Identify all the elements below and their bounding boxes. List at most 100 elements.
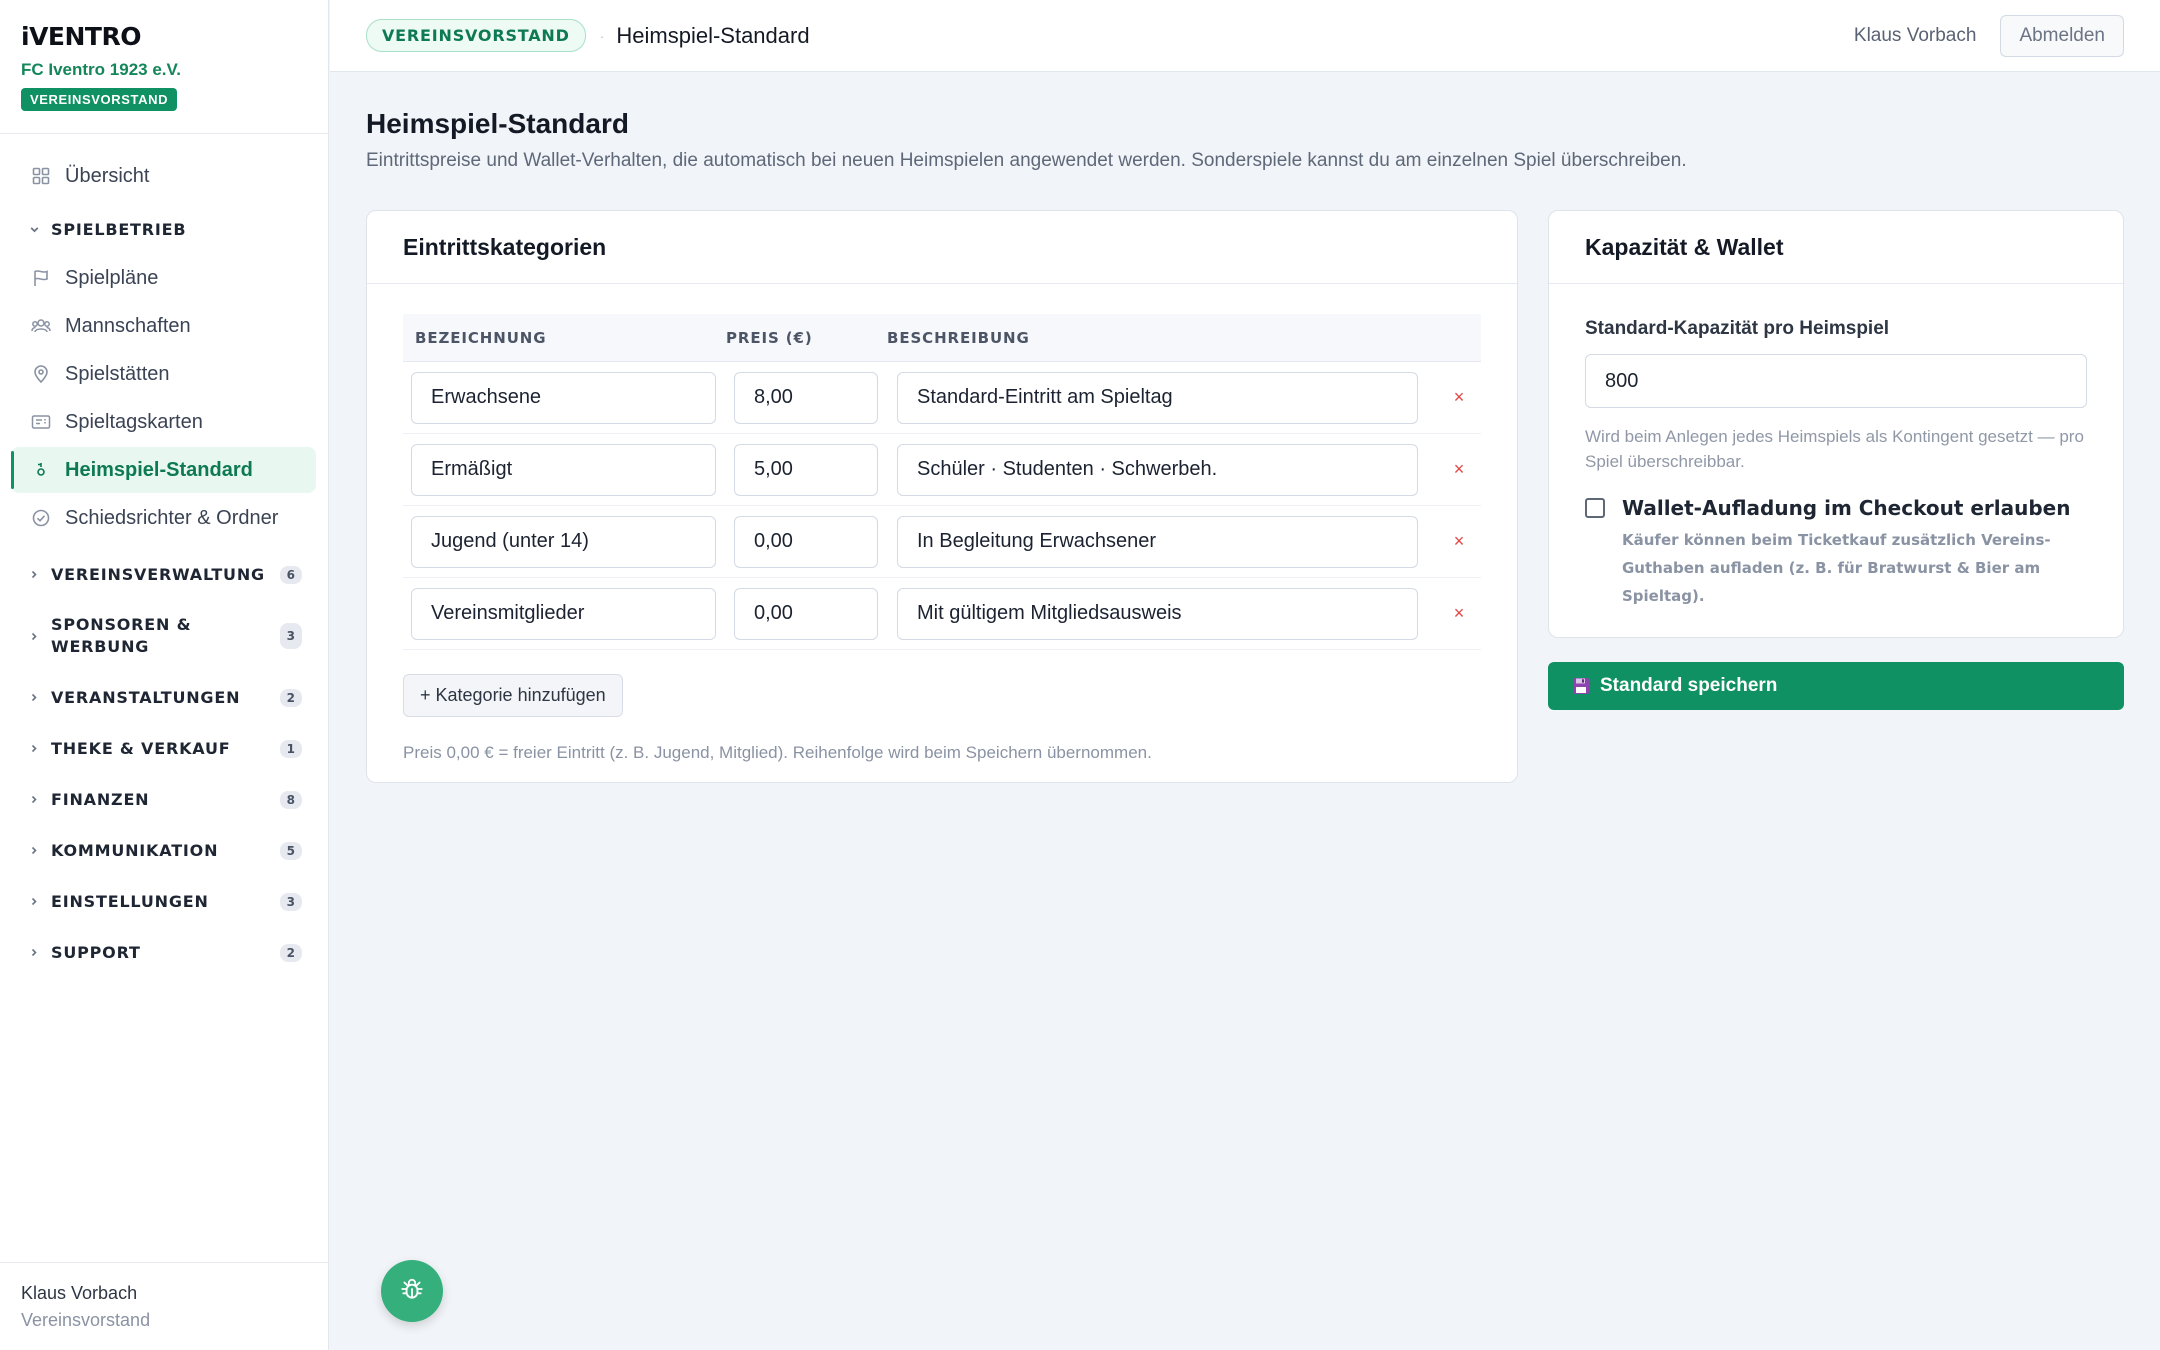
category-name-input[interactable]: Ermäßigt bbox=[411, 443, 716, 496]
delete-row-button[interactable]: × bbox=[1449, 459, 1469, 480]
section-count-badge: 2 bbox=[279, 943, 302, 962]
section-label: VEREINSVERWALTUNG bbox=[51, 565, 265, 584]
sidebar-item-label: Mannschaften bbox=[65, 314, 191, 337]
section-count-badge: 1 bbox=[279, 739, 302, 758]
wallet-option: Wallet-Aufladung im Checkout erlauben Kä… bbox=[1585, 496, 2087, 610]
brand-logo[interactable]: iVENTRO bbox=[21, 22, 328, 52]
section-finanzen[interactable]: FINANZEN 8 bbox=[11, 774, 316, 825]
section-vereinsverwaltung[interactable]: VEREINSVERWALTUNG 6 bbox=[11, 549, 316, 600]
category-name-input[interactable]: Vereinsmitglieder bbox=[411, 587, 716, 640]
section-label: THEKE & VERKAUF bbox=[51, 739, 231, 758]
breadcrumb-separator: · bbox=[599, 27, 605, 44]
role-badge: VEREINSVORSTAND bbox=[21, 88, 178, 111]
section-veranstaltungen[interactable]: VERANSTALTUNGEN 2 bbox=[11, 672, 316, 723]
section-label: KOMMUNIKATION bbox=[51, 841, 219, 860]
table-row: Jugend (unter 14) 0,00 In Begleitung Erw… bbox=[403, 506, 1481, 578]
bug-report-button[interactable] bbox=[381, 1260, 443, 1322]
check-circle-icon bbox=[31, 508, 51, 528]
categories-card: Eintrittskategorien BEZEICHNUNG PREIS (€… bbox=[366, 210, 1518, 783]
section-theke-verkauf[interactable]: THEKE & VERKAUF 1 bbox=[11, 723, 316, 774]
sidebar-item-heimspiel-standard[interactable]: Heimspiel-Standard bbox=[11, 447, 316, 493]
category-description-input[interactable]: In Begleitung Erwachsener bbox=[897, 515, 1418, 568]
chevron-right-icon bbox=[29, 947, 41, 958]
header-description: BESCHREIBUNG bbox=[887, 328, 1030, 347]
category-name-input[interactable]: Jugend (unter 14) bbox=[411, 515, 716, 568]
logout-button[interactable]: Abmelden bbox=[2000, 14, 2124, 57]
chevron-right-icon bbox=[29, 896, 41, 907]
table-header: BEZEICHNUNG PREIS (€) BESCHREIBUNG bbox=[403, 314, 1481, 362]
chevron-right-icon bbox=[29, 569, 41, 580]
delete-row-button[interactable]: × bbox=[1449, 531, 1469, 552]
categories-hint: Preis 0,00 € = freier Eintritt (z. B. Ju… bbox=[403, 743, 1152, 762]
footer-user-role: Vereinsvorstand bbox=[21, 1310, 151, 1330]
section-kommunikation[interactable]: KOMMUNIKATION 5 bbox=[11, 825, 316, 876]
sidebar-item-spielstaetten[interactable]: Spielstätten bbox=[11, 351, 316, 397]
category-price-input[interactable]: 0,00 bbox=[734, 515, 878, 568]
topbar: VEREINSVORSTAND · Heimspiel-Standard Kla… bbox=[330, 0, 2160, 72]
section-label: SPONSOREN & WERBUNG bbox=[51, 615, 192, 656]
capacity-card: Kapazität & Wallet Standard-Kapazität pr… bbox=[1548, 210, 2124, 638]
category-price-input[interactable]: 0,00 bbox=[734, 587, 878, 640]
category-name-input[interactable]: Erwachsene bbox=[411, 371, 716, 424]
save-default-button[interactable]: Standard speichern bbox=[1548, 662, 2124, 710]
chevron-right-icon bbox=[29, 743, 41, 754]
sidebar-item-schiedsrichter[interactable]: Schiedsrichter & Ordner bbox=[11, 495, 316, 541]
category-price-input[interactable]: 5,00 bbox=[734, 443, 878, 496]
sidebar-item-label: Spielstätten bbox=[65, 362, 170, 385]
page-title: Heimspiel-Standard bbox=[366, 108, 629, 139]
chevron-right-icon bbox=[29, 631, 41, 642]
section-label: SUPPORT bbox=[51, 943, 141, 962]
sidebar-item-label: Spieltagskarten bbox=[65, 410, 203, 433]
sidebar-footer: Klaus Vorbach Vereinsvorstand bbox=[0, 1262, 328, 1350]
category-description-input[interactable]: Mit gültigem Mitgliedsausweis bbox=[897, 587, 1418, 640]
table-row: Ermäßigt 5,00 Schüler · Studenten · Schw… bbox=[403, 434, 1481, 506]
section-einstellungen[interactable]: EINSTELLUNGEN 3 bbox=[11, 876, 316, 927]
category-description-input[interactable]: Standard-Eintritt am Spieltag bbox=[897, 371, 1418, 424]
capacity-label: Standard-Kapazität pro Heimspiel bbox=[1585, 318, 1890, 339]
chevron-right-icon bbox=[29, 845, 41, 856]
category-price-input[interactable]: 8,00 bbox=[734, 371, 878, 424]
section-sponsoren-werbung[interactable]: SPONSOREN & WERBUNG 3 bbox=[11, 600, 316, 672]
sidebar-item-label: Spielpläne bbox=[65, 266, 159, 289]
section-spielbetrieb[interactable]: SPIELBETRIEB bbox=[11, 205, 316, 253]
capacity-card-title: Kapazität & Wallet bbox=[1549, 211, 2123, 284]
wallet-checkbox[interactable] bbox=[1585, 498, 1605, 518]
wallet-description: Käufer können beim Ticketkauf zusätzlich… bbox=[1622, 531, 2051, 605]
section-count-badge: 2 bbox=[279, 688, 302, 707]
section-label: EINSTELLUNGEN bbox=[51, 892, 209, 911]
section-label: VERANSTALTUNGEN bbox=[51, 688, 241, 707]
sidebar-item-mannschaften[interactable]: Mannschaften bbox=[11, 303, 316, 349]
chevron-right-icon bbox=[29, 794, 41, 805]
topbar-user-name: Klaus Vorbach bbox=[1853, 24, 1977, 46]
breadcrumb-role-badge[interactable]: VEREINSVORSTAND bbox=[366, 19, 586, 52]
header-name: BEZEICHNUNG bbox=[415, 328, 547, 347]
sidebar-item-spieltagskarten[interactable]: Spieltagskarten bbox=[11, 399, 316, 445]
wallet-option-text: Wallet-Aufladung im Checkout erlauben Kä… bbox=[1622, 496, 2087, 610]
table-row: Erwachsene 8,00 Standard-Eintritt am Spi… bbox=[403, 362, 1481, 434]
floppy-disk-icon bbox=[1572, 677, 1590, 695]
brand-block: iVENTRO FC Iventro 1923 e.V. VEREINSVORS… bbox=[0, 0, 328, 134]
flag-icon bbox=[31, 268, 51, 288]
delete-row-button[interactable]: × bbox=[1449, 387, 1469, 408]
delete-row-button[interactable]: × bbox=[1449, 603, 1469, 624]
team-icon bbox=[31, 316, 51, 336]
section-support[interactable]: SUPPORT 2 bbox=[11, 927, 316, 978]
main-content: Heimspiel-Standard Eintrittspreise und W… bbox=[366, 72, 2124, 172]
chevron-right-icon bbox=[29, 692, 41, 703]
sidebar-item-spielplaene[interactable]: Spielpläne bbox=[11, 255, 316, 301]
add-category-button[interactable]: + Kategorie hinzufügen bbox=[403, 674, 623, 717]
category-description-input[interactable]: Schüler · Studenten · Schwerbeh. bbox=[897, 443, 1418, 496]
categories-card-title: Eintrittskategorien bbox=[367, 211, 1517, 284]
section-count-badge: 3 bbox=[279, 892, 302, 911]
wallet-checkbox-label[interactable]: Wallet-Aufladung im Checkout erlauben bbox=[1622, 496, 2087, 520]
chevron-down-icon bbox=[29, 224, 41, 235]
sidebar: iVENTRO FC Iventro 1923 e.V. VEREINSVORS… bbox=[0, 0, 329, 1350]
map-pin-icon bbox=[31, 364, 51, 384]
section-count-badge: 6 bbox=[279, 565, 302, 584]
footer-user-name: Klaus Vorbach bbox=[21, 1283, 138, 1303]
sidebar-item-overview[interactable]: Übersicht bbox=[11, 153, 316, 199]
sidebar-item-label: Übersicht bbox=[65, 164, 150, 187]
header-price: PREIS (€) bbox=[726, 328, 813, 347]
club-name: FC Iventro 1923 e.V. bbox=[21, 60, 182, 79]
capacity-input[interactable]: 800 bbox=[1585, 354, 2087, 408]
